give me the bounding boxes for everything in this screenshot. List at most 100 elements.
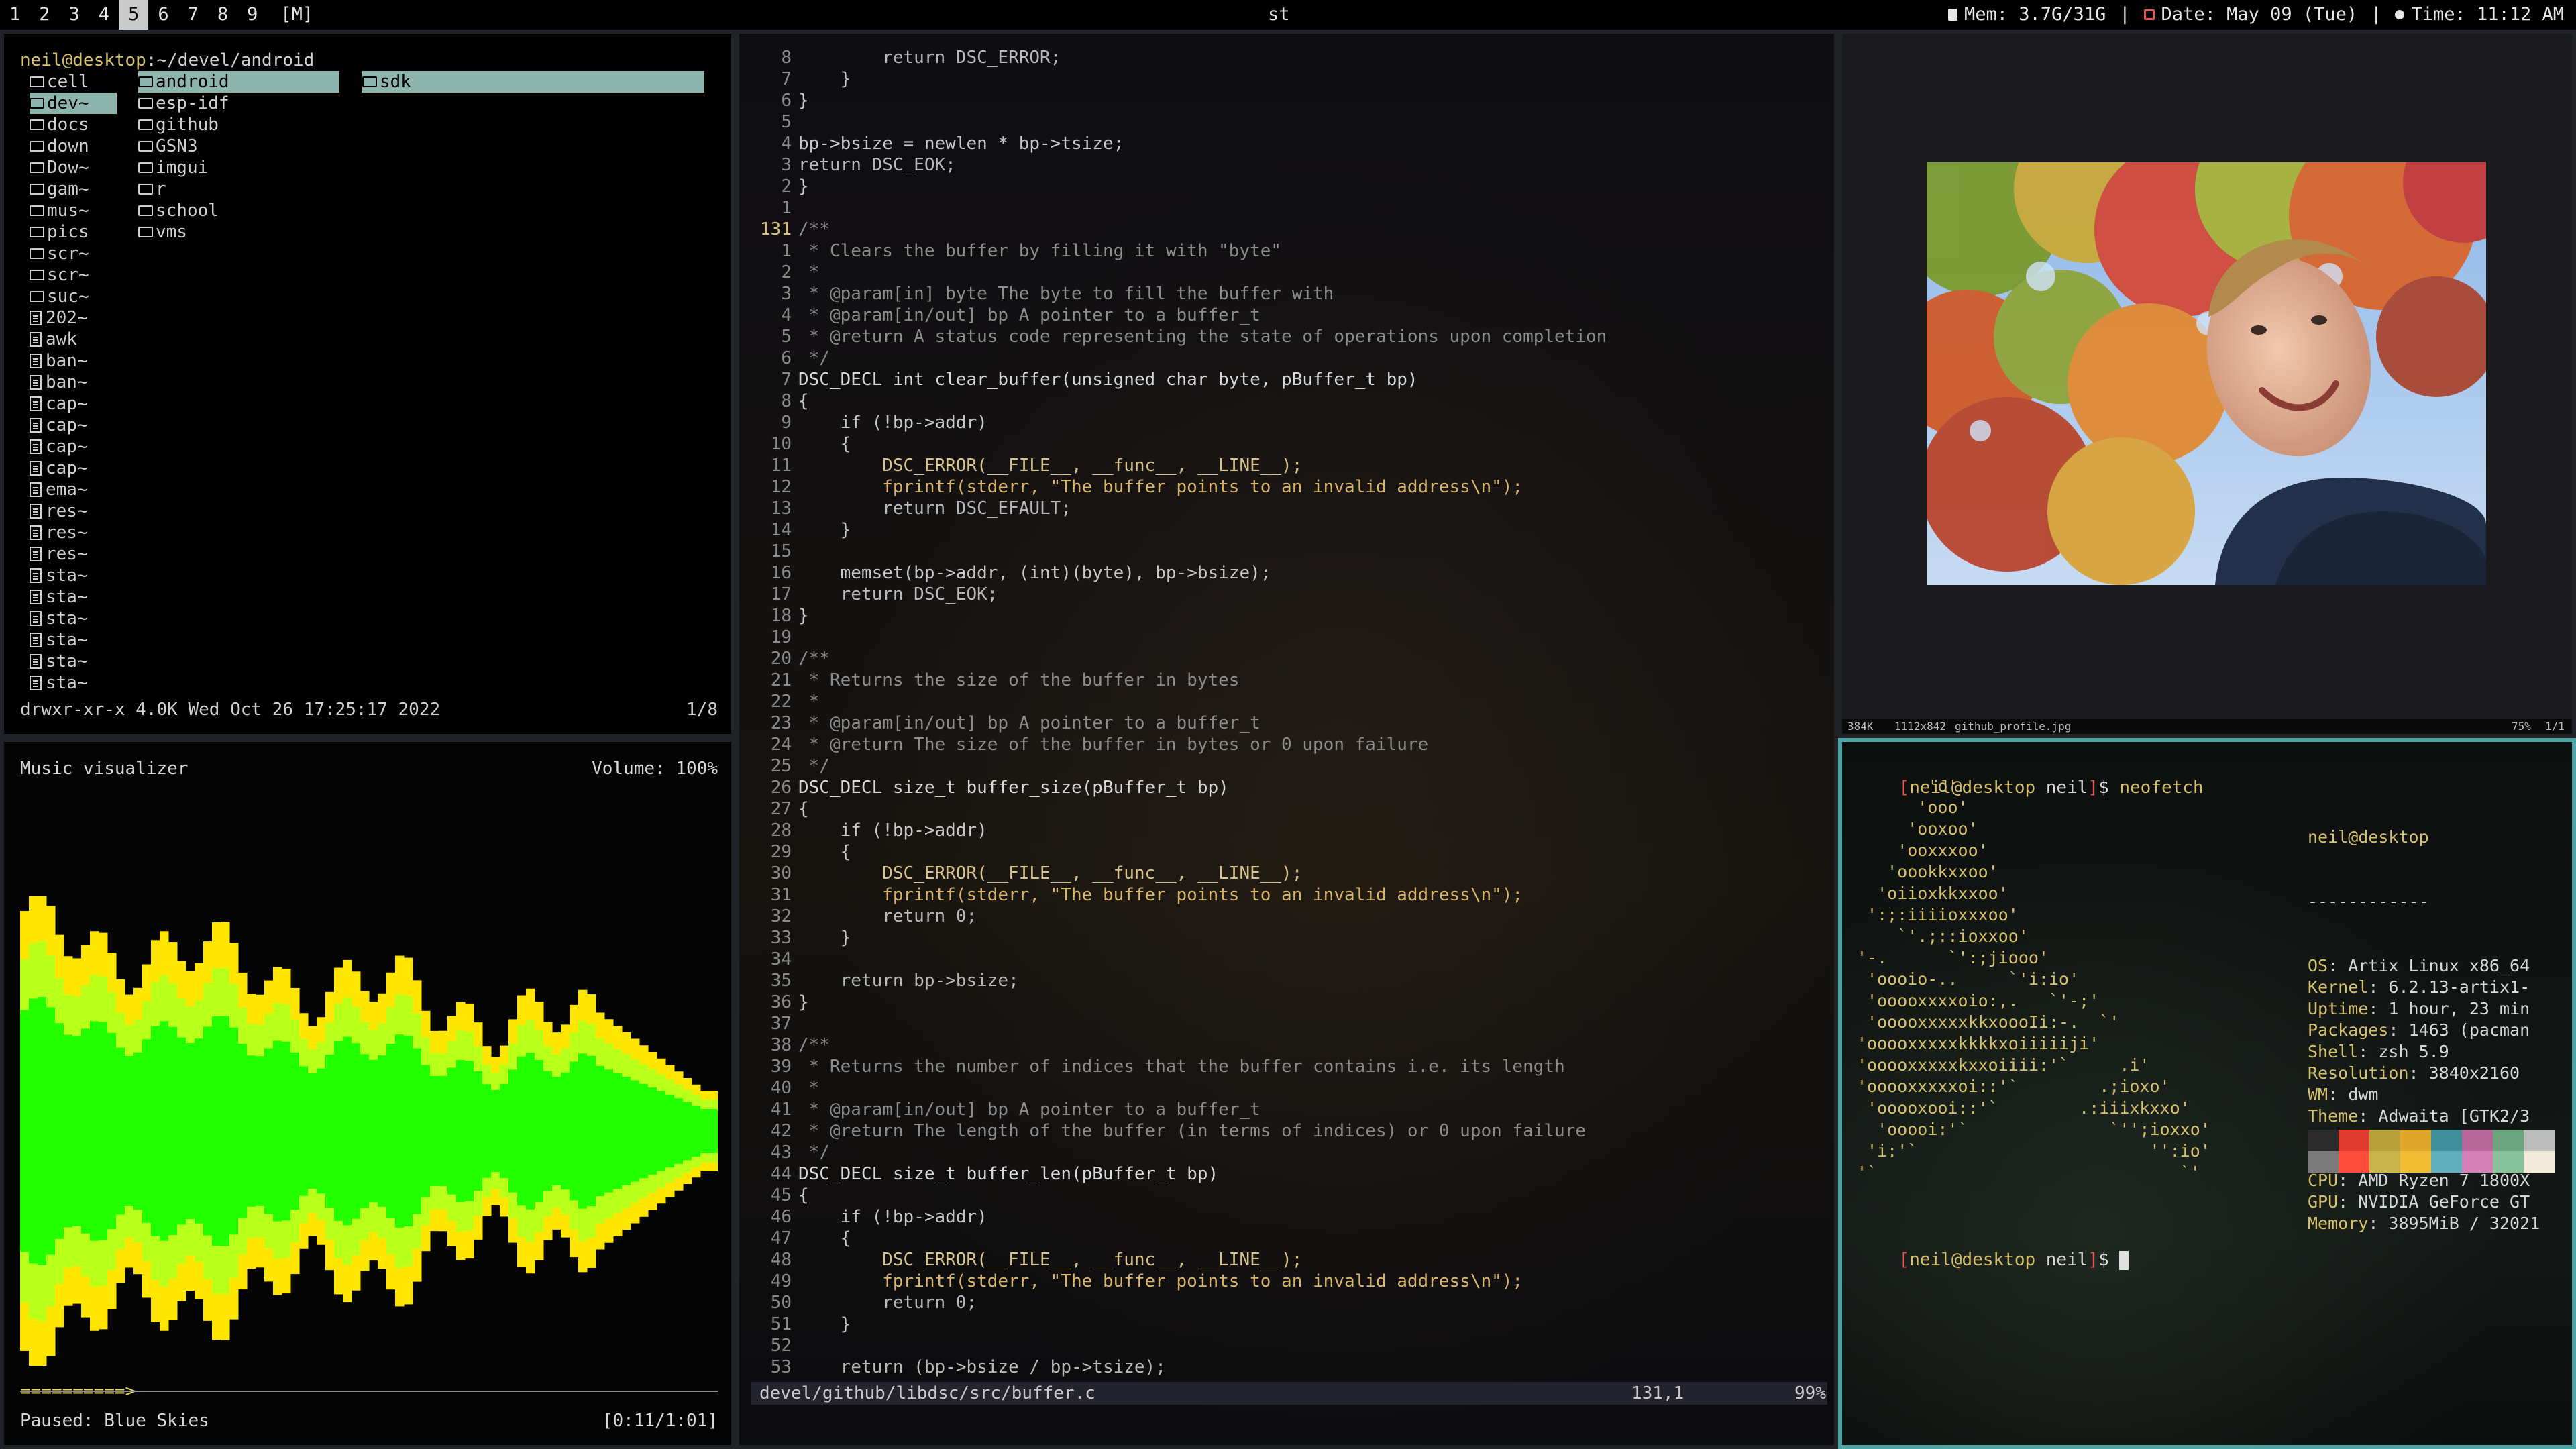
fm-entry[interactable]: ema~ [30,479,117,500]
fm-entry[interactable]: GSN3 [138,136,339,157]
fm-entry[interactable]: cap~ [30,458,117,479]
code-line[interactable]: 52 [751,1335,1607,1356]
fm-entry[interactable]: awk [30,329,117,350]
code-line[interactable]: 47 { [751,1228,1607,1249]
code-line[interactable]: 9 if (!bp->addr) [751,412,1607,433]
fm-entry[interactable]: dev~ [30,93,117,114]
code-line[interactable]: 49 fprintf(stderr, "The buffer points to… [751,1271,1607,1292]
code-line[interactable]: 5 * @return A status code representing t… [751,326,1607,347]
fm-entry[interactable]: ban~ [30,350,117,372]
code-line[interactable]: 3 * @param[in] byte The byte to fill the… [751,283,1607,305]
code-line[interactable]: 8 return DSC_ERROR; [751,47,1607,68]
fm-entry[interactable]: scr~ [30,264,117,286]
code-line[interactable]: 16 memset(bp->addr, (int)(byte), bp->bsi… [751,562,1607,584]
fm-entry[interactable]: scr~ [30,243,117,264]
code-line[interactable]: 42 * @return The length of the buffer (i… [751,1120,1607,1142]
fm-entry[interactable]: gam~ [30,178,117,200]
fm-entry[interactable]: github [138,114,339,136]
code-line[interactable]: 2} [751,176,1607,197]
code-line[interactable]: 21 * Returns the size of the buffer in b… [751,669,1607,691]
code-line[interactable]: 4 * @param[in/out] bp A pointer to a buf… [751,305,1607,326]
tag-5[interactable]: 5 [119,0,149,30]
code-line[interactable]: 30 DSC_ERROR(__FILE__, __func__, __LINE_… [751,863,1607,884]
tag-2[interactable]: 2 [30,0,59,30]
fm-entry[interactable]: res~ [30,522,117,543]
fm-entry[interactable]: docs [30,114,117,136]
code-line[interactable]: 43 */ [751,1142,1607,1163]
code-line[interactable]: 17 return DSC_EOK; [751,584,1607,605]
code-line[interactable]: 40 * [751,1077,1607,1099]
tag-6[interactable]: 6 [148,0,178,30]
code-line[interactable]: 39 * Returns the number of indices that … [751,1056,1607,1077]
fm-entry[interactable]: vms [138,221,339,243]
code-line[interactable]: 14 } [751,519,1607,541]
code-line[interactable]: 35 return bp->bsize; [751,970,1607,991]
code-line[interactable]: 6 */ [751,347,1607,369]
fm-entry[interactable]: Dow~ [30,157,117,178]
code-line[interactable]: 23 * @param[in/out] bp A pointer to a bu… [751,712,1607,734]
fm-entry[interactable]: esp-idf [138,93,339,114]
code-line[interactable]: 4 bp->bsize = newlen * bp->tsize; [751,133,1607,154]
fm-entry[interactable]: sdk [362,71,704,93]
playback-progress[interactable]: ==========> [20,1381,718,1401]
code-line[interactable]: 27 { [751,798,1607,820]
fm-entry[interactable]: sta~ [30,565,117,586]
code-line[interactable]: 31 fprintf(stderr, "The buffer points to… [751,884,1607,906]
tag-9[interactable]: 9 [237,0,267,30]
code-line[interactable]: 3 return DSC_EOK; [751,154,1607,176]
code-line[interactable]: 34 [751,949,1607,970]
music-visualizer-pane[interactable]: Music visualizer Volume: 100% ==========… [0,738,735,1449]
code-line[interactable]: 7 } [751,68,1607,90]
current-directory-column[interactable]: android esp-idf github GSN3 imgui r school vms [138,71,339,243]
fm-entry[interactable]: sta~ [30,629,117,651]
code-line[interactable]: 28 if (!bp->addr) [751,820,1607,841]
code-line[interactable]: 33 } [751,927,1607,949]
code-line[interactable]: 18} [751,605,1607,627]
fm-entry[interactable]: cell [30,71,117,93]
fm-entry[interactable]: r [138,178,339,200]
image-viewer-pane[interactable]: 384K 1112x842 github_profile.jpg 75% 1/1 [1838,30,2576,738]
terminal-prompt[interactable]: [neil@desktop neil]$ [1857,1228,2129,1292]
code-line[interactable]: 45 { [751,1185,1607,1206]
tag-8[interactable]: 8 [208,0,237,30]
code-line[interactable]: 29 { [751,841,1607,863]
tag-7[interactable]: 7 [178,0,208,30]
code-line[interactable]: 26 DSC_DECL size_t buffer_size(pBuffer_t … [751,777,1607,798]
tag-4[interactable]: 4 [89,0,119,30]
fm-entry[interactable]: sta~ [30,651,117,672]
fm-entry[interactable]: res~ [30,500,117,522]
code-line[interactable]: 37 [751,1013,1607,1034]
fm-entry[interactable]: 202~ [30,307,117,329]
fm-entry[interactable]: mus~ [30,200,117,221]
code-line[interactable]: 131 /** [751,219,1607,240]
code-line[interactable]: 53 return (bp->bsize / bp->tsize); [751,1356,1607,1378]
fm-entry[interactable]: sta~ [30,586,117,608]
code-line[interactable]: 11 DSC_ERROR(__FILE__, __func__, __LINE_… [751,455,1607,476]
code-line[interactable]: 7 DSC_DECL int clear_buffer(unsigned char… [751,369,1607,390]
code-line[interactable]: 32 return 0; [751,906,1607,927]
code-line[interactable]: 51 } [751,1313,1607,1335]
code-line[interactable]: 8{ [751,390,1607,412]
fm-entry[interactable]: ban~ [30,372,117,393]
code-line[interactable]: 12 fprintf(stderr, "The buffer points to… [751,476,1607,498]
code-line[interactable]: 38 /** [751,1034,1607,1056]
code-line[interactable]: 41 * @param[in/out] bp A pointer to a bu… [751,1099,1607,1120]
fm-entry[interactable]: pics [30,221,117,243]
fm-entry[interactable]: sta~ [30,672,117,694]
code-line[interactable]: 1 [751,197,1607,219]
fm-entry[interactable]: sta~ [30,608,117,629]
profile-photo[interactable] [1927,162,2486,585]
code-line[interactable]: 13 return DSC_EFAULT; [751,498,1607,519]
fm-entry[interactable]: cap~ [30,415,117,436]
fm-entry[interactable]: android [138,71,339,93]
fm-entry[interactable]: imgui [138,157,339,178]
code-line[interactable]: 48 DSC_ERROR(__FILE__, __func__, __LINE_… [751,1249,1607,1271]
code-line[interactable]: 22 * [751,691,1607,712]
file-manager-pane[interactable]: neil@desktop:~/devel/android cell dev~ doc… [0,30,735,738]
fm-entry[interactable]: res~ [30,543,117,565]
fm-entry[interactable]: school [138,200,339,221]
code-line[interactable]: 20 /** [751,648,1607,669]
code-line[interactable]: 19 [751,627,1607,648]
code-line[interactable]: 25 */ [751,755,1607,777]
fm-entry[interactable]: suc~ [30,286,117,307]
